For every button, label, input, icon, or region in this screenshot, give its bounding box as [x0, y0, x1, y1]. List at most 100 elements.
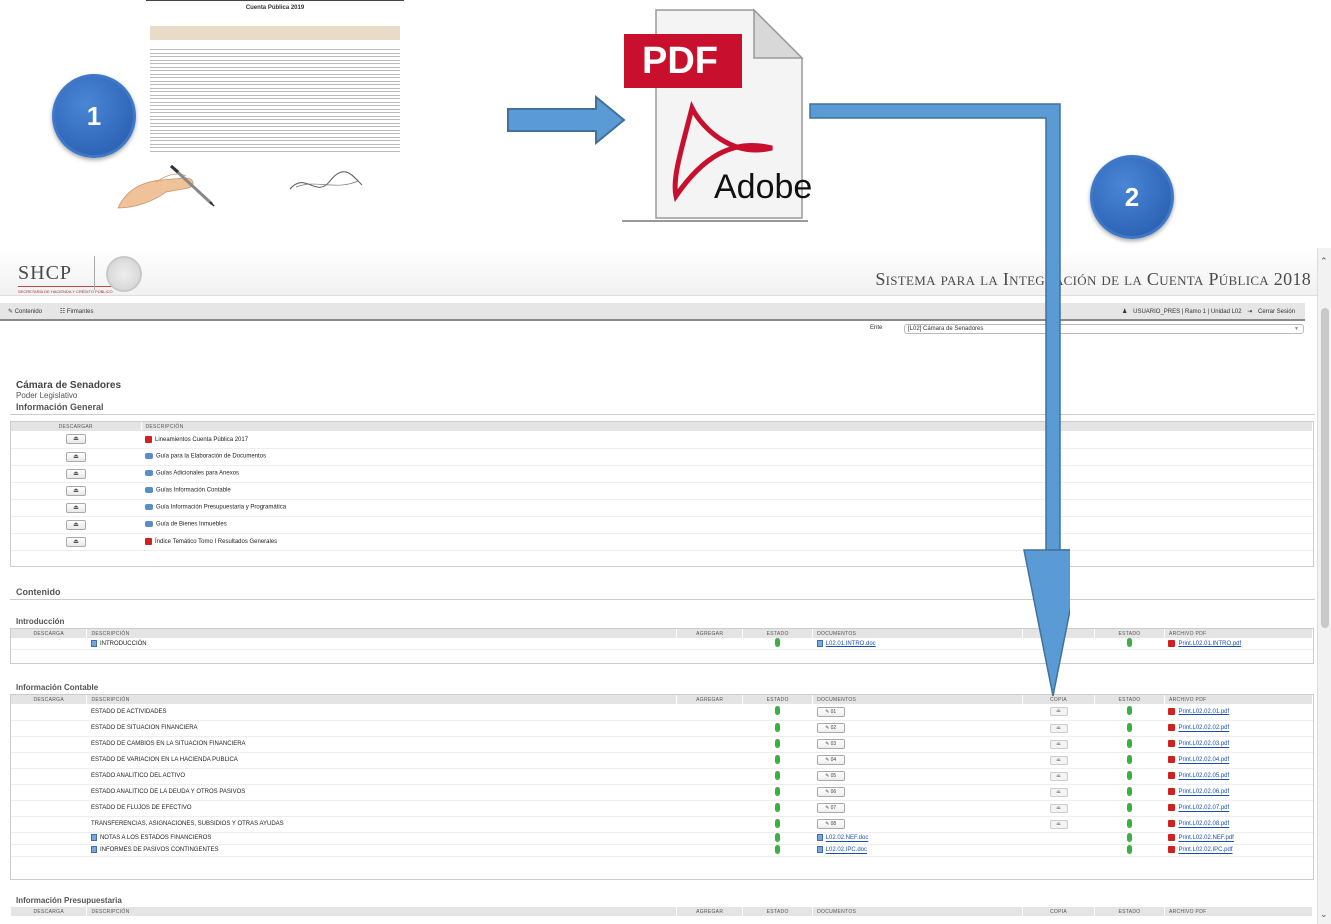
- document-line: [150, 66, 400, 68]
- nav-contenido[interactable]: ✎ Contenido: [8, 309, 50, 315]
- word-doc-icon: [816, 639, 823, 647]
- copy-button[interactable]: ⏏: [1049, 771, 1068, 781]
- download-icon: ⏏: [1056, 708, 1061, 715]
- download-icon: ⏏: [73, 453, 79, 460]
- pdf-link[interactable]: Print.L02.02.NEF.pdf: [1178, 836, 1233, 842]
- scroll-down-icon[interactable]: ⌄: [1320, 909, 1328, 920]
- copy-button[interactable]: ⏏: [1049, 707, 1068, 717]
- subsection-title-introduccion: Introducción: [16, 617, 65, 626]
- edit-document-button[interactable]: ✎ 05: [816, 771, 845, 781]
- copy-cell: ⏏: [1022, 784, 1095, 801]
- edit-document-button[interactable]: ✎ 06: [816, 787, 845, 797]
- row-description: INTRODUCCIÓN: [99, 641, 147, 648]
- download-button[interactable]: ⏏: [66, 468, 86, 479]
- table-row: TRANSFERENCIAS, ASIGNACIONES, SUBSIDIOS …: [11, 816, 1313, 833]
- guide-link[interactable]: Guía de Bienes Inmuebles: [156, 522, 227, 528]
- pdf-cell: Print.L02.02.07.pdf: [1164, 800, 1313, 817]
- document-line: [150, 49, 400, 50]
- system-title: Sistema para la Integración de la Cuenta…: [875, 269, 1311, 289]
- copy-cell: ⏏: [1022, 752, 1095, 769]
- download-button[interactable]: ⏏: [66, 502, 86, 513]
- document-line: [150, 87, 400, 89]
- download-button[interactable]: ⏏: [66, 519, 86, 530]
- download-button[interactable]: ⏏: [66, 434, 86, 445]
- download-icon: ⏏: [73, 538, 79, 545]
- guide-link[interactable]: Guías Información Contable: [156, 488, 231, 494]
- scroll-up-icon[interactable]: ⌃: [1320, 256, 1328, 267]
- document-line: [150, 115, 400, 117]
- pdf-link[interactable]: Print.L02.02.01.pdf: [1178, 709, 1229, 715]
- download-icon: ⏏: [73, 487, 79, 494]
- pdf-link[interactable]: Print.L02.02.07.pdf: [1178, 806, 1229, 812]
- edit-document-button[interactable]: ✎ 03: [816, 739, 845, 749]
- pdf-link[interactable]: Print.L02.02.04.pdf: [1178, 758, 1229, 764]
- copy-cell: ⏏: [1022, 816, 1095, 833]
- row-description: NOTAS A LOS ESTADOS FINANCIEROS: [99, 835, 212, 842]
- edit-document-button[interactable]: ✎ 02: [816, 723, 845, 733]
- col-header: Agregar: [676, 629, 744, 638]
- download-cell: [11, 816, 87, 833]
- pdf-link[interactable]: Print.L02.02.02.pdf: [1178, 726, 1229, 732]
- introduccion-table: Descarga Descripción Agregar Estado Document…: [11, 629, 1314, 650]
- nav-firmantes[interactable]: ☷ Firmantes: [60, 309, 102, 315]
- edit-document-button[interactable]: ✎ 08: [816, 819, 845, 829]
- copy-button[interactable]: ⏏: [1049, 803, 1068, 813]
- document-link[interactable]: L02.01.INTRO.doc: [826, 641, 876, 647]
- document-line: [150, 129, 400, 131]
- guide-link[interactable]: Lineamientos Cuenta Pública 2017: [155, 437, 248, 443]
- vertical-scrollbar[interactable]: ⌃ ⌄: [1317, 248, 1331, 924]
- download-icon: ⏏: [1056, 756, 1061, 763]
- edit-document-button[interactable]: ✎ 07: [816, 803, 845, 813]
- status-cell: [742, 816, 813, 833]
- download-button[interactable]: ⏏: [66, 451, 86, 462]
- pdf-file-icon: [145, 435, 152, 443]
- edit-document-button[interactable]: ✎ 01: [816, 706, 845, 717]
- download-icon: ⏏: [1056, 740, 1061, 747]
- ente-select[interactable]: [L02] Cámara de Senadores ▼: [904, 324, 1304, 334]
- section-divider: [10, 599, 1315, 600]
- description-cell: ESTADO DE ACTIVIDADES: [86, 704, 677, 721]
- document-number: 01: [830, 708, 837, 715]
- adobe-brand-label: Adobe: [714, 168, 813, 206]
- guide-link[interactable]: Guía Información Presupuestaria y Progra…: [156, 505, 286, 511]
- document-line: [150, 77, 400, 78]
- copy-button[interactable]: ⏏: [1049, 739, 1068, 749]
- national-seal-icon: [106, 256, 142, 292]
- copy-button[interactable]: ⏏: [1049, 819, 1068, 829]
- pdf-file-icon: [1168, 820, 1176, 828]
- pdf-link[interactable]: Print.L02.02.IPC.pdf: [1178, 848, 1232, 854]
- col-header: Estado: [742, 629, 814, 638]
- guide-link[interactable]: Índice Temático Tomo I Resultados Genera…: [155, 539, 277, 545]
- col-header: Estado: [1094, 629, 1165, 638]
- status-cell: [742, 736, 813, 753]
- pdf-link[interactable]: Print.L02.02.08.pdf: [1178, 822, 1229, 828]
- description-cell: ESTADO ANALITICO DEL ACTIVO: [86, 768, 677, 785]
- pdf-link[interactable]: Print.L02.02.03.pdf: [1178, 742, 1229, 748]
- copy-button[interactable]: ⏏: [1049, 723, 1068, 733]
- download-button[interactable]: ⏏: [66, 485, 86, 496]
- document-link[interactable]: L02.02.NEF.doc: [826, 836, 869, 842]
- guide-link[interactable]: Guía para la Elaboración de Documentos: [156, 454, 266, 460]
- document-table-lines: [150, 49, 400, 159]
- guide-link[interactable]: Guías Adicionales para Anexos: [156, 471, 239, 477]
- document-link[interactable]: L02.02.IPC.doc: [826, 848, 867, 854]
- pdf-file-icon: [1168, 788, 1176, 796]
- drive-icon: [145, 470, 153, 477]
- word-doc-icon: [90, 834, 97, 842]
- scrollbar-thumb[interactable]: [1321, 308, 1329, 628]
- word-doc-icon: [816, 846, 823, 854]
- copy-button[interactable]: ⏏: [1049, 787, 1068, 797]
- download-button[interactable]: ⏏: [66, 536, 86, 547]
- step-2-badge: 2: [1090, 155, 1174, 239]
- description-cell: Guías Información Contable: [141, 482, 1313, 500]
- table-row: ⏏ Guía de Bienes Inmuebles: [11, 516, 1313, 534]
- status-cell: [1094, 638, 1165, 650]
- copy-button[interactable]: ⏏: [1049, 755, 1068, 765]
- edit-document-button[interactable]: ✎ 04: [816, 755, 845, 765]
- pdf-link[interactable]: Print.L02.02.06.pdf: [1178, 790, 1229, 796]
- col-header: Estado: [1094, 907, 1165, 916]
- description-cell: ESTADO DE FLUJOS DE EFECTIVO: [86, 800, 677, 817]
- pdf-link[interactable]: Print.L02.01.INTRO.pdf: [1178, 641, 1241, 647]
- logout-link[interactable]: Cerrar Sesión: [1258, 309, 1295, 315]
- pdf-link[interactable]: Print.L02.02.05.pdf: [1178, 774, 1229, 780]
